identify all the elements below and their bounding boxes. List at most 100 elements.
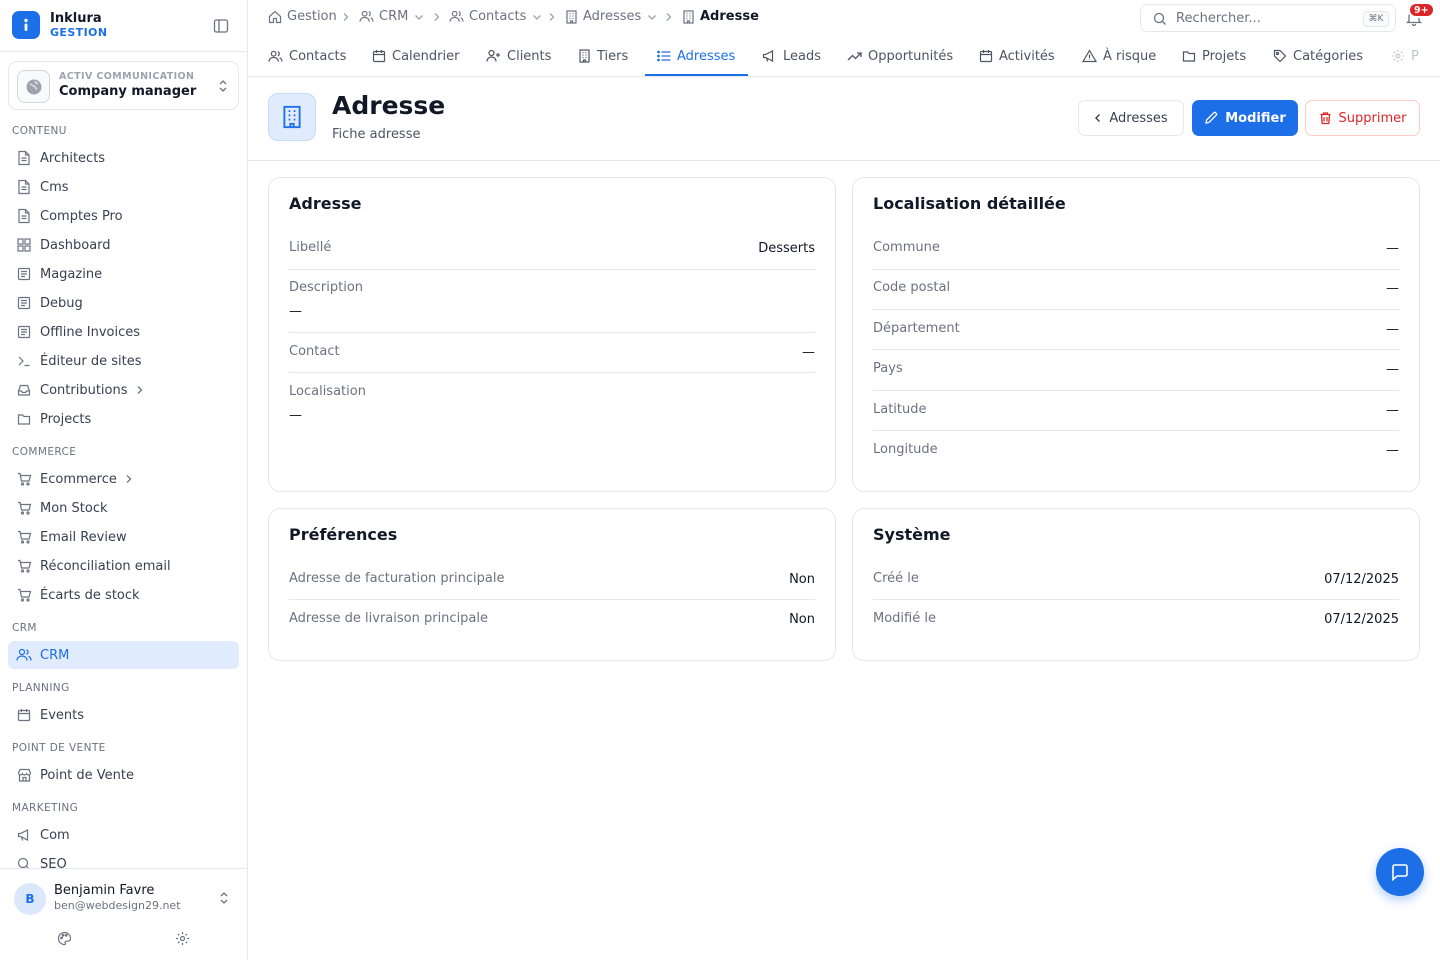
field-livraison-principale: Adresse de livraison principale Non [289, 611, 815, 641]
sidebar-item-editeur-sites[interactable]: Éditeur de sites [8, 347, 239, 375]
palette-icon[interactable] [57, 931, 72, 946]
building-icon [565, 9, 578, 24]
field-value: — [1386, 241, 1399, 256]
field-label: Description [289, 280, 364, 295]
page-subtitle: Fiche adresse [332, 127, 421, 142]
tab-contacts[interactable]: Contacts [268, 36, 346, 76]
tab-a-risque[interactable]: À risque [1082, 36, 1156, 76]
sidebar-item-comptes-pro[interactable]: Comptes Pro [8, 202, 239, 230]
sidebar-item-cms[interactable]: Cms [8, 173, 239, 201]
tab-clients[interactable]: Clients [486, 36, 551, 76]
sidebar-item-crm[interactable]: CRM [8, 641, 239, 669]
chat-button[interactable] [1376, 848, 1424, 896]
search-icon [16, 856, 32, 868]
file-icon [16, 150, 32, 166]
organization-name: Company manager [59, 84, 197, 99]
users-icon [16, 647, 32, 663]
field-value: Non [789, 572, 815, 587]
tab-overflow[interactable]: P [1391, 36, 1419, 76]
sidebar-item-label: SEO [40, 856, 67, 869]
sidebar-item-reconciliation-email[interactable]: Réconciliation email [8, 552, 239, 580]
field-label: Commune [873, 240, 940, 255]
nav-section-commerce: COMMERCE [12, 446, 77, 458]
nav-section-point-de-vente: POINT DE VENTE [12, 742, 106, 754]
brand-logo-icon[interactable] [12, 11, 40, 39]
sidebar-item-contributions[interactable]: Contributions [8, 376, 239, 404]
sidebar-toggle-icon[interactable] [213, 18, 229, 34]
breadcrumb-contacts[interactable]: Contacts [449, 9, 542, 24]
avatar: B [14, 883, 46, 915]
tab-label: Projets [1202, 48, 1247, 64]
sidebar-item-label: Dashboard [40, 237, 111, 253]
sidebar-item-com[interactable]: Com [8, 821, 239, 849]
sidebar-item-ecommerce[interactable]: Ecommerce [8, 465, 239, 493]
layout-grid-icon [16, 237, 32, 253]
back-to-adresses-button[interactable]: Adresses [1078, 100, 1184, 136]
user-email: ben@webdesign29.net [54, 899, 181, 912]
megaphone-icon [762, 49, 777, 63]
organization-switcher[interactable]: ACTIV COMMUNICATION Company manager [8, 61, 239, 110]
breadcrumb-adresses[interactable]: Adresses [565, 9, 657, 24]
tab-activites[interactable]: Activités [979, 36, 1055, 76]
sidebar-item-architects[interactable]: Architects [8, 144, 239, 172]
field-modifie-le: Modifié le 07/12/2025 [873, 611, 1399, 641]
field-contact: Contact — [289, 344, 815, 373]
tab-leads[interactable]: Leads [762, 36, 821, 76]
sidebar-item-magazine[interactable]: Magazine [8, 260, 239, 288]
calendar-icon [372, 49, 386, 63]
tab-categories[interactable]: Catégories [1273, 36, 1363, 76]
sidebar-item-dashboard[interactable]: Dashboard [8, 231, 239, 259]
sidebar-item-seo[interactable]: SEO [8, 850, 239, 868]
tab-calendrier[interactable]: Calendrier [372, 36, 459, 76]
sidebar-item-mon-stock[interactable]: Mon Stock [8, 494, 239, 522]
chevron-down-icon [532, 13, 542, 21]
sidebar-item-label: Contributions [40, 382, 128, 398]
gear-icon [1391, 49, 1405, 63]
crm-tabs: Contacts Calendrier Clients Tiers Adress… [248, 36, 1440, 77]
card-systeme: Système Créé le 07/12/2025 Modifié le 07… [852, 508, 1420, 661]
edit-button[interactable]: Modifier [1192, 100, 1298, 136]
sidebar-item-ecarts-stock[interactable]: Écarts de stock [8, 581, 239, 609]
search-input[interactable]: Rechercher... ⌘K [1140, 4, 1396, 32]
sidebar-item-label: Email Review [40, 529, 127, 545]
card-title: Adresse [289, 194, 362, 213]
chevrons-up-down-icon [218, 891, 230, 905]
sidebar-item-point-de-vente[interactable]: Point de Vente [8, 761, 239, 789]
chevron-right-icon [136, 385, 144, 395]
sidebar-item-events[interactable]: Events [8, 701, 239, 729]
breadcrumb-label: Adresse [700, 9, 759, 24]
field-label: Département [873, 321, 960, 336]
field-value: Desserts [758, 241, 815, 256]
sidebar-item-projects[interactable]: Projects [8, 405, 239, 433]
breadcrumb-crm[interactable]: CRM [359, 9, 424, 24]
shopping-cart-icon [16, 587, 32, 603]
file-icon [16, 208, 32, 224]
tab-tiers[interactable]: Tiers [578, 36, 628, 76]
trending-up-icon [847, 50, 862, 62]
gear-icon[interactable] [175, 931, 190, 946]
field-value: — [1386, 362, 1399, 377]
nav-section-crm: CRM [12, 622, 37, 634]
building-icon [578, 49, 591, 63]
sidebar-item-email-review[interactable]: Email Review [8, 523, 239, 551]
tab-adresses[interactable]: Adresses [657, 36, 735, 76]
inbox-icon [16, 382, 32, 398]
top-bar: Gestion CRM Contacts Adresses Adresse Re… [248, 0, 1440, 36]
breadcrumb-gestion[interactable]: Gestion [268, 9, 337, 24]
user-menu[interactable]: B Benjamin Favre ben@webdesign29.net [0, 868, 247, 960]
field-label: Code postal [873, 280, 951, 295]
field-value: — [1386, 322, 1399, 337]
back-button-label: Adresses [1109, 110, 1168, 126]
tab-opportunites[interactable]: Opportunités [847, 36, 953, 76]
sidebar-item-offline-invoices[interactable]: Offline Invoices [8, 318, 239, 346]
sidebar-item-label: Projects [40, 411, 92, 427]
sidebar-item-label: Point de Vente [40, 767, 135, 783]
sidebar-item-label: Comptes Pro [40, 208, 123, 224]
sidebar-item-debug[interactable]: Debug [8, 289, 239, 317]
breadcrumb-label: CRM [379, 9, 409, 24]
nav-section-planning: PLANNING [12, 682, 70, 694]
delete-button[interactable]: Supprimer [1305, 100, 1420, 136]
field-label: Latitude [873, 402, 927, 417]
tab-projets[interactable]: Projets [1182, 36, 1246, 76]
user-name: Benjamin Favre [54, 883, 155, 898]
